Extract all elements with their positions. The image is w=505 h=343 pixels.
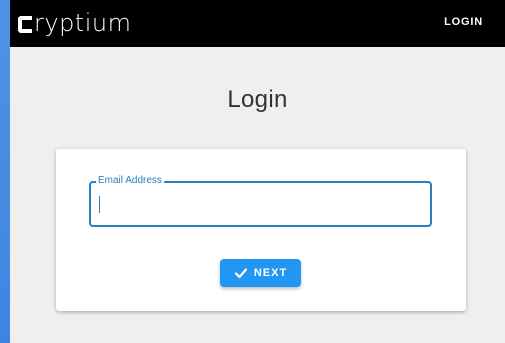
- email-field[interactable]: Email Address: [89, 175, 432, 227]
- page-title: Login: [227, 86, 288, 113]
- cryptium-c-logo-icon: [17, 14, 33, 35]
- brand-name: ryptium: [34, 9, 132, 37]
- next-button-label: NEXT: [253, 267, 288, 279]
- login-nav-link[interactable]: LOGIN: [444, 16, 483, 28]
- email-input[interactable]: [97, 195, 417, 215]
- login-card: Email Address NEXT: [56, 149, 466, 311]
- check-icon: [234, 266, 248, 280]
- app-window: ryptium LOGIN Login Email Address NEXT: [10, 0, 505, 343]
- brand-logo[interactable]: ryptium: [17, 5, 131, 41]
- next-button[interactable]: NEXT: [220, 259, 301, 287]
- text-caret: [99, 196, 100, 213]
- email-field-label: Email Address: [96, 175, 164, 187]
- top-navbar: ryptium LOGIN: [10, 0, 505, 47]
- left-edge-strip: [0, 0, 10, 343]
